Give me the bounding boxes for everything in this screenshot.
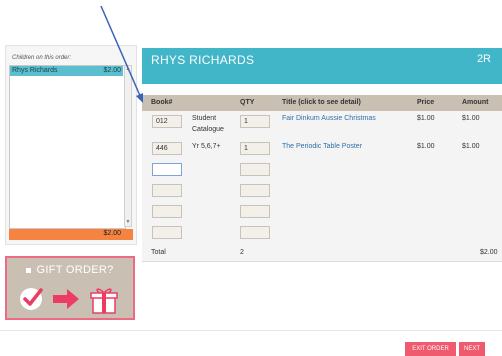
footer-divider <box>0 330 502 331</box>
annotation-arrow <box>100 5 143 103</box>
exit-order-button[interactable]: EXIT ORDER <box>405 342 456 356</box>
next-button[interactable]: NEXT <box>459 342 485 356</box>
